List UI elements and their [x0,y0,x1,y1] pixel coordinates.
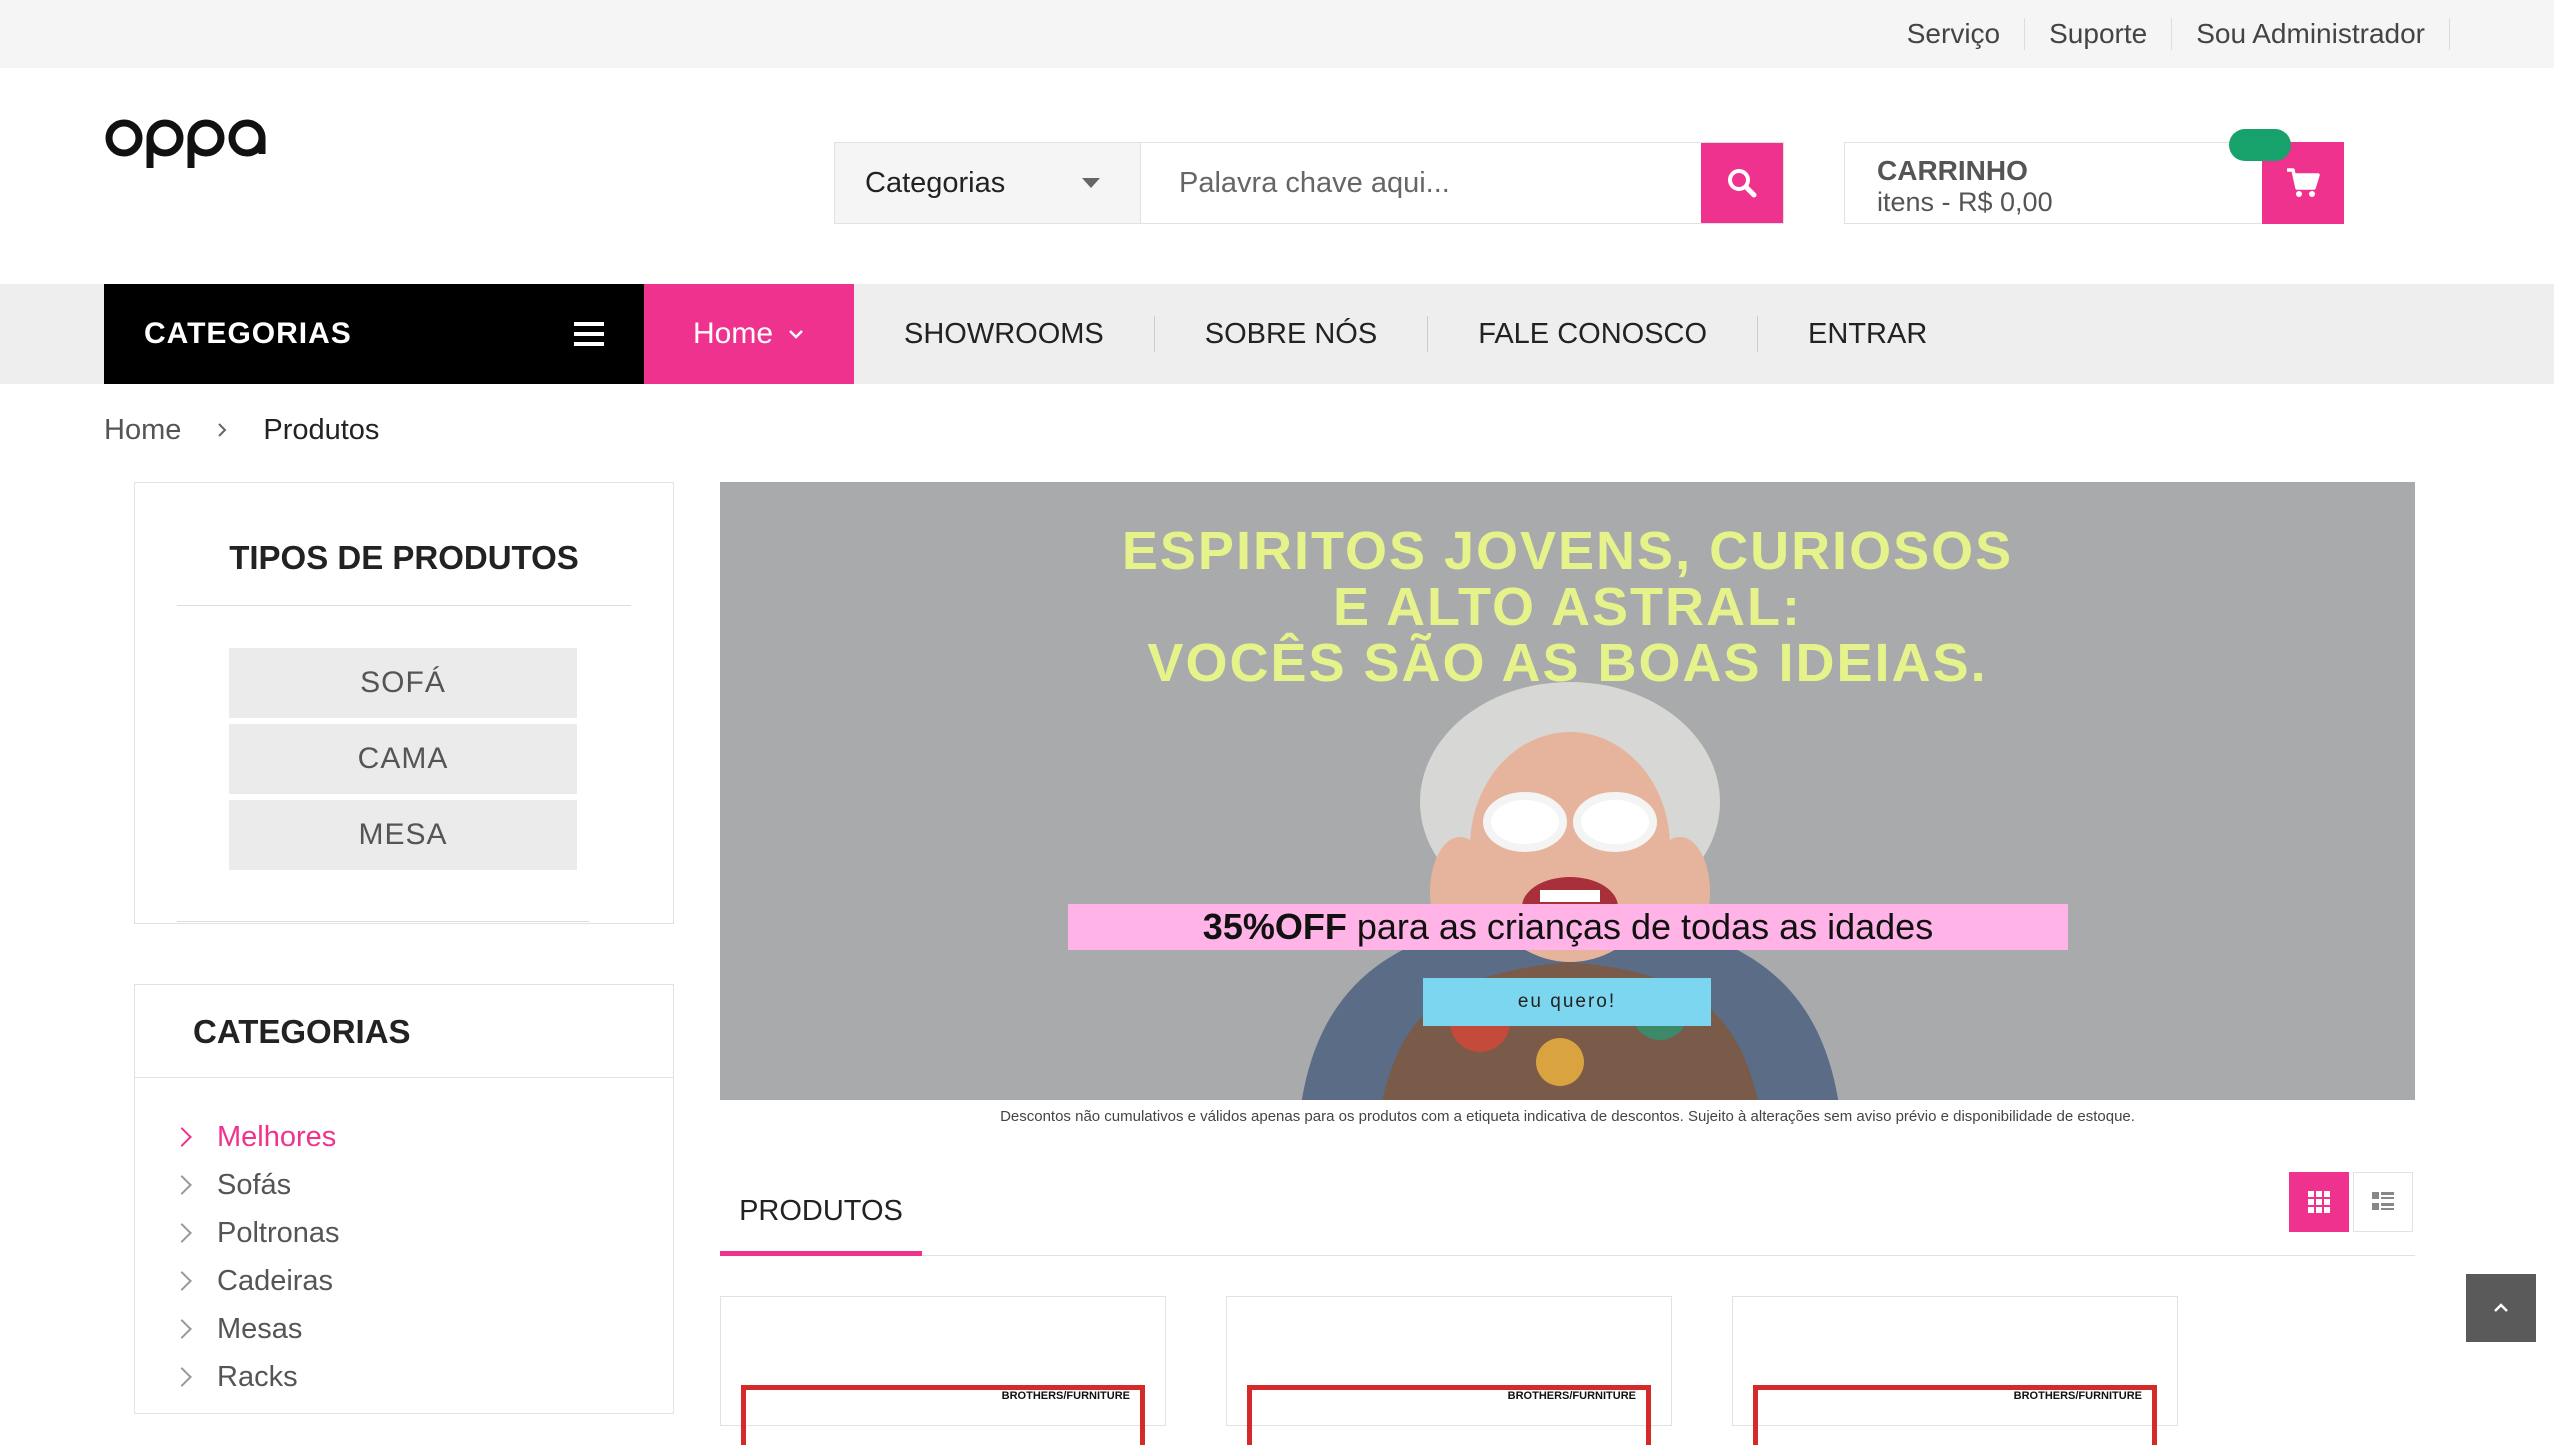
chevron-right-icon [172,1367,192,1387]
breadcrumb-current: Produtos [263,414,380,446]
product-image: BROTHERS/FURNITURE [741,1385,1145,1445]
hamburger-icon [574,322,604,346]
promo-discount: 35%OFF [1202,906,1347,947]
banner-headline-2: E ALTO ASTRAL: [1333,577,1802,637]
cart-widget[interactable]: CARRINHO itens - R$ 0,00 [1844,129,2344,224]
chevron-right-icon [172,1271,192,1291]
promo-banner[interactable]: ESPIRITOS JOVENS, CURIOSOS E ALTO ASTRAL… [720,482,2415,1100]
chevron-up-icon [2494,1303,2508,1312]
cart-summary: itens - R$ 0,00 [1877,187,2053,217]
product-brand: BROTHERS/FURNITURE [2013,1390,2142,1402]
cart-icon [2287,168,2320,197]
chevron-right-icon [172,1319,192,1339]
product-type-sofa[interactable]: SOFÁ [229,648,577,718]
categories-panel: CATEGORIAS Melhores Sofás Poltronas Cade… [134,984,674,1414]
category-item-mesas[interactable]: Mesas [172,1305,340,1353]
divider [177,921,589,922]
product-card[interactable]: BROTHERS/FURNITURE [1732,1296,2178,1445]
breadcrumb-home[interactable]: Home [104,414,181,447]
oppa-logo-icon [105,119,266,168]
promo-text: para as crianças de todas as idades [1346,906,1934,947]
search-input[interactable] [1141,143,1701,223]
nav-sobre-nos[interactable]: SOBRE NÓS [1155,316,1429,352]
nav-fale-conosco[interactable]: FALE CONOSCO [1428,316,1759,352]
product-card[interactable]: BROTHERS/FURNITURE [1226,1296,1672,1445]
cart-title: CARRINHO [1877,155,2028,186]
category-item-melhores[interactable]: Melhores [172,1113,340,1161]
banner-disclaimer: Descontos não cumulativos e válidos apen… [1000,1108,2135,1125]
search-icon [1728,169,1757,198]
tab-produtos[interactable]: PRODUTOS [720,1172,922,1256]
chevron-right-icon [218,423,227,437]
eu-quero-button[interactable]: eu quero! [1423,978,1711,1026]
search-button[interactable] [1701,143,1783,223]
divider [135,1077,673,1078]
logo[interactable] [104,100,304,180]
grid-icon [2308,1191,2330,1213]
cart-count-badge [2229,129,2291,161]
category-list: Melhores Sofás Poltronas Cadeiras Mesas … [172,1113,340,1401]
product-card[interactable]: BROTHERS/FURNITURE [720,1296,1166,1445]
product-brand: BROTHERS/FURNITURE [1001,1390,1130,1402]
top-bar: Serviço Suporte Sou Administrador [0,0,2554,68]
banner-photo [1301,682,1839,1100]
nav-links: SHOWROOMS SOBRE NÓS FALE CONOSCO ENTRAR [854,284,1977,384]
category-item-label: Mesas [217,1312,303,1345]
category-item-label: Racks [217,1360,298,1393]
category-item-racks[interactable]: Racks [172,1353,340,1401]
top-link-servico[interactable]: Serviço [1883,18,2026,50]
chevron-right-icon [172,1223,192,1243]
chevron-down-icon [789,330,803,339]
top-links: Serviço Suporte Sou Administrador [1883,0,2450,68]
product-brand: BROTHERS/FURNITURE [1507,1390,1636,1402]
category-item-label: Cadeiras [217,1264,334,1297]
caret-down-icon [1082,178,1100,188]
main-nav: CATEGORIAS Home SHOWROOMS SOBRE NÓS FALE… [0,284,2554,384]
categories-menu-button[interactable]: CATEGORIAS [104,284,644,384]
category-select[interactable]: Categorias [835,143,1141,223]
banner-promo: 35%OFF para as crianças de todas as idad… [1068,904,2068,950]
list-view-button[interactable] [2353,1172,2413,1232]
breadcrumb: Home Produtos [104,414,379,447]
category-item-label: Melhores [217,1120,337,1153]
chevron-right-icon [172,1127,192,1147]
category-item-label: Sofás [217,1168,292,1201]
chevron-right-icon [172,1175,192,1195]
nav-home[interactable]: Home [644,284,854,384]
nav-entrar[interactable]: ENTRAR [1758,316,1977,352]
search-bar: Categorias [834,142,1784,224]
top-link-admin[interactable]: Sou Administrador [2172,18,2450,50]
product-types-title: TIPOS DE PRODUTOS [229,539,579,576]
category-select-label: Categorias [865,166,1006,199]
nav-showrooms[interactable]: SHOWROOMS [854,316,1155,352]
top-link-suporte[interactable]: Suporte [2025,18,2173,50]
category-item-cadeiras[interactable]: Cadeiras [172,1257,340,1305]
back-to-top-button[interactable] [2466,1274,2536,1342]
banner-headline-1: ESPIRITOS JOVENS, CURIOSOS [1121,521,2014,581]
list-icon [2372,1192,2394,1210]
product-type-cama[interactable]: CAMA [229,724,577,794]
category-item-poltronas[interactable]: Poltronas [172,1209,340,1257]
nav-home-label: Home [692,317,774,350]
category-item-label: Poltronas [217,1216,340,1249]
product-types-panel: TIPOS DE PRODUTOS SOFÁ CAMA MESA [134,482,674,924]
divider [177,605,631,606]
grid-view-button[interactable] [2289,1172,2349,1232]
product-type-mesa[interactable]: MESA [229,800,577,870]
categories-menu-label: CATEGORIAS [144,317,352,350]
product-image: BROTHERS/FURNITURE [1753,1385,2157,1445]
categories-title: CATEGORIAS [193,1013,411,1050]
product-image: BROTHERS/FURNITURE [1247,1385,1651,1445]
banner-headline-3: VOCÊS SÃO AS BOAS IDEIAS. [1147,633,1988,693]
category-item-sofas[interactable]: Sofás [172,1161,340,1209]
products-tab-bar: PRODUTOS [720,1172,2415,1256]
